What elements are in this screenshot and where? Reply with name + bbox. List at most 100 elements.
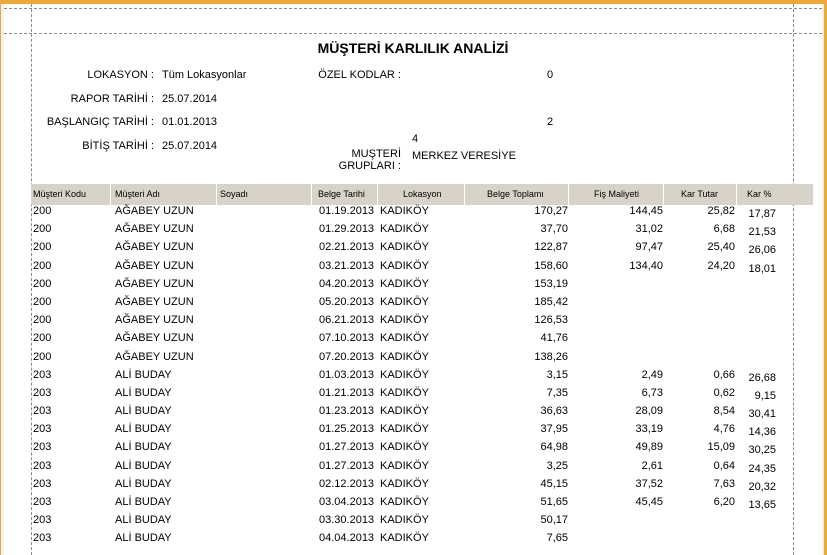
cell-lokasyon: KADIKÖY [380,386,429,399]
cell-kar-tutar: 25,82 [707,205,735,217]
report-title: MÜŞTERİ KARLILIK ANALİZİ [317,40,509,56]
cell-lokasyon: KADIKÖY [380,314,429,327]
cell-kar-tutar: 4,76 [713,423,735,436]
header-separator [311,184,312,205]
cell-lokasyon: KADIKÖY [380,423,429,436]
cell-kar-tutar: 6,20 [713,496,735,508]
cell-belge-toplami: 7,35 [546,386,568,399]
cell-lokasyon: KADIKÖY [380,368,429,381]
cell-kar-yuzde: 20,32 [748,480,776,493]
cell-belge-toplami: 41,76 [540,332,568,345]
cell-musteri-adi: AĞABEY UZUN [115,277,194,290]
cell-belge-toplami: 3,15 [546,368,568,381]
cell-belge-tarihi: 01.25.2013 [319,423,375,436]
cell-kar-yuzde: 26,06 [748,244,776,257]
cell-lokasyon: KADIKÖY [380,532,429,545]
lokasyon-value: Tüm Lokasyonlar [162,69,247,81]
cell-belge-toplami: 170,27 [534,205,568,217]
cell-belge-toplami: 64,98 [540,441,568,454]
cell-fis-maliyeti: 31,02 [635,223,663,236]
cell-musteri-kodu: 200 [33,295,52,308]
cell-musteri-adi: AĞABEY UZUN [115,332,194,345]
header-separator [377,184,378,205]
cell-kar-tutar: 0,64 [713,459,735,472]
cell-musteri-adi: ALİ BUDAY [115,441,172,454]
table-row: 203 ALİ BUDAY 03.30.2013 KADIKÖY 50,17 [31,514,813,532]
cell-belge-tarihi: 03.04.2013 [319,496,375,508]
cell-lokasyon: KADIKÖY [380,277,429,290]
cell-belge-toplami: 45,15 [540,477,568,490]
cell-fis-maliyeti: 28,09 [635,405,663,418]
cell-musteri-kodu: 203 [33,496,52,508]
header-kar-tutar: Kar Tutar [681,189,719,199]
cell-fis-maliyeti: 33,19 [635,423,663,436]
cell-musteri-kodu: 200 [33,259,52,272]
cell-belge-toplami: 50,17 [540,514,568,527]
cell-lokasyon: KADIKÖY [380,514,429,527]
cell-fis-maliyeti: 2,49 [641,368,663,381]
cell-fis-maliyeti: 134,40 [629,259,663,272]
report-page: MÜŞTERİ KARLILIK ANALİZİ LOKASYON : Tüm … [4,4,822,555]
cell-kar-yuzde: 21,53 [748,226,776,239]
cell-musteri-adi: AĞABEY UZUN [115,259,194,272]
cell-musteri-adi: AĞABEY UZUN [115,205,194,217]
cell-belge-tarihi: 06.21.2013 [319,314,375,327]
cell-musteri-kodu: 200 [33,277,52,290]
cell-fis-maliyeti: 6,73 [641,386,663,399]
page-guide-top-1 [4,8,822,9]
cell-fis-maliyeti: 2,61 [641,459,663,472]
cell-lokasyon: KADIKÖY [380,441,429,454]
cell-belge-tarihi: 01.27.2013 [319,459,375,472]
table-header: Müşteri Kodu Müşteri Adı Soyadı Belge Ta… [31,184,813,205]
cell-kar-yuzde: 26,68 [748,371,776,384]
table-row: 203 ALİ BUDAY 01.21.2013 KADIKÖY 7,35 6,73 0,6… [31,387,813,405]
cell-belge-toplami: 37,70 [540,223,568,236]
cell-musteri-adi: ALİ BUDAY [115,532,172,545]
header-separator [663,184,664,205]
cell-musteri-adi: AĞABEY UZUN [115,295,194,308]
cell-belge-tarihi: 01.03.2013 [319,368,375,381]
ozel-kodlar-label: ÖZEL KODLAR : [318,69,401,81]
cell-fis-maliyeti: 45,45 [635,496,663,508]
cell-belge-tarihi: 04.20.2013 [319,277,375,290]
cell-belge-tarihi: 05.20.2013 [319,295,375,308]
rapor-tarihi-label: RAPOR TARİHİ : [70,93,154,105]
header-separator [464,184,465,205]
cell-fis-maliyeti: 37,52 [635,477,663,490]
cell-belge-tarihi: 03.30.2013 [319,514,375,527]
cell-kar-yuzde: 9,15 [754,389,776,402]
cell-lokasyon: KADIKÖY [380,477,429,490]
lokasyon-label: LOKASYON : [87,69,154,81]
table-row: 203 ALİ BUDAY 01.27.2013 KADIKÖY 64,98 49,89 1… [31,441,813,459]
cell-kar-yuzde: 18,01 [748,262,776,275]
table-row: 203 ALİ BUDAY 01.03.2013 KADIKÖY 3,15 2,49 0,6… [31,369,813,387]
cell-kar-tutar: 24,20 [707,259,735,272]
cell-belge-toplami: 51,65 [540,496,568,508]
cell-musteri-adi: AĞABEY UZUN [115,223,194,236]
header-fis-maliyeti: Fiş Maliyeti [594,189,640,199]
cell-musteri-kodu: 203 [33,441,52,454]
cell-kar-yuzde: 30,25 [748,444,776,457]
cell-lokasyon: KADIKÖY [380,223,429,236]
cell-lokasyon: KADIKÖY [380,496,429,508]
header-soyadi: Soyadı [220,189,249,199]
cell-kar-yuzde: 30,41 [748,408,776,421]
musteri-gruplari-label-1: MUŞTERİ [351,148,402,160]
header-lokasyon: Lokasyon [403,189,442,199]
grup-count: 4 [412,133,419,145]
cell-musteri-adi: AĞABEY UZUN [115,314,194,327]
cell-musteri-adi: AĞABEY UZUN [115,350,194,363]
baslangic-tarihi-value: 01.01.2013 [162,116,218,128]
page-guide-top-2 [4,33,822,34]
cell-belge-tarihi: 01.19.2013 [319,205,375,217]
cell-belge-toplami: 37,95 [540,423,568,436]
table-body: 200 AĞABEY UZUN 01.19.2013 KADIKÖY 170,27 144… [31,205,813,551]
table-row: 203 ALİ BUDAY 01.25.2013 KADIKÖY 37,95 33,19 4… [31,423,813,441]
header-musteri-adi: Müşteri Adı [115,189,161,199]
cell-belge-toplami: 138,26 [534,350,568,363]
cell-musteri-kodu: 203 [33,514,52,527]
cell-musteri-adi: ALİ BUDAY [115,459,172,472]
cell-musteri-kodu: 203 [33,386,52,399]
header-separator [110,184,111,205]
cell-musteri-kodu: 200 [33,241,52,254]
